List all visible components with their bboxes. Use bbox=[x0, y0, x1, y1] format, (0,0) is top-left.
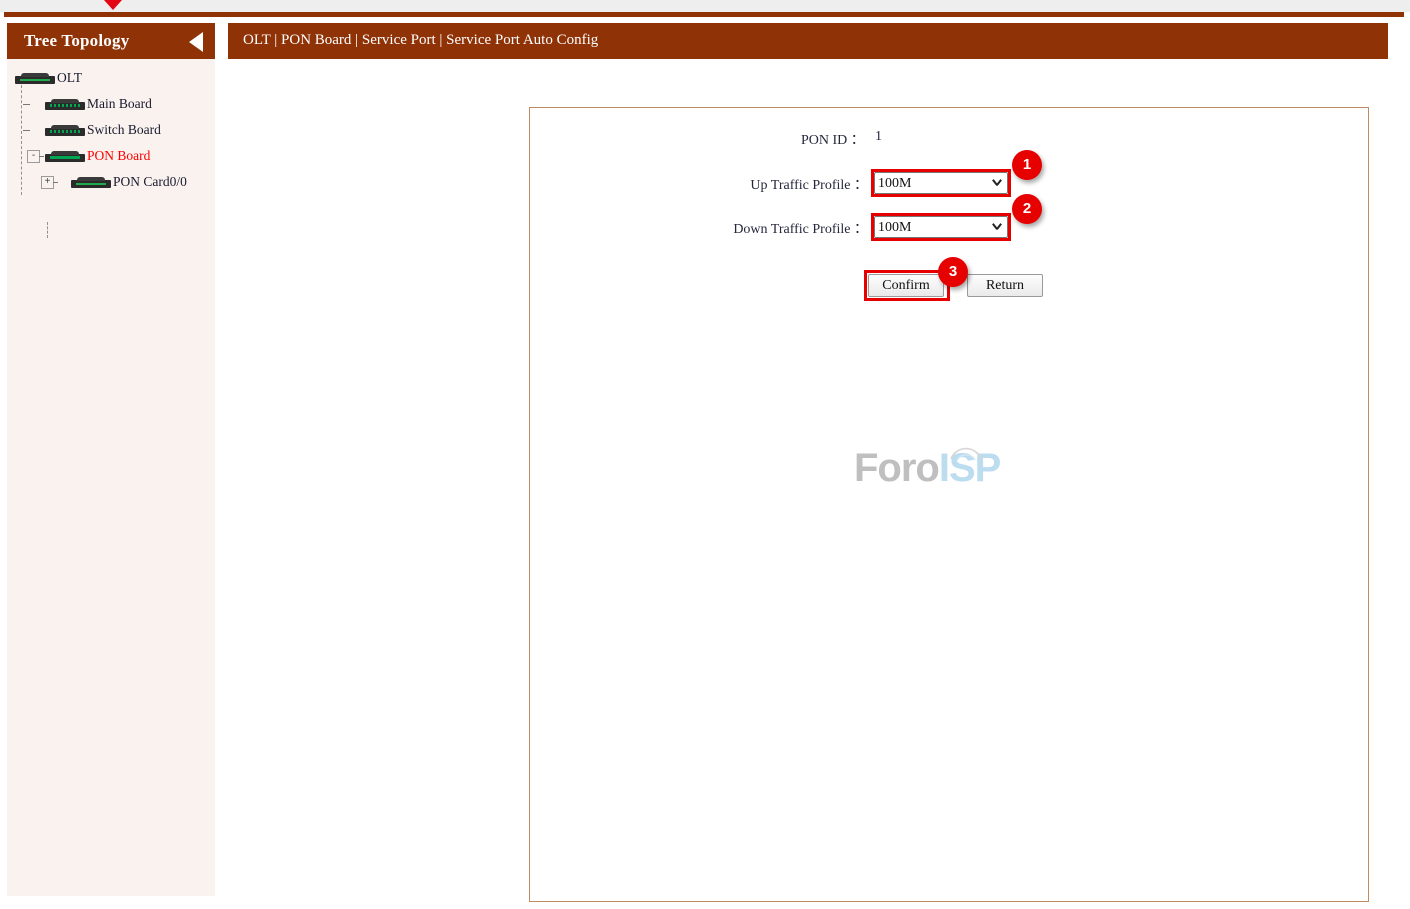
content-area: OLT | PON Board | Service Port | Service… bbox=[228, 23, 1388, 902]
pon-id-row: PON ID ： 1 bbox=[530, 126, 1370, 166]
tree-connector bbox=[47, 222, 48, 238]
tree-connector-dash bbox=[23, 130, 30, 131]
tree-item-label: OLT bbox=[57, 70, 83, 85]
foroisp-watermark: ForoISP bbox=[854, 441, 1024, 503]
sidebar-header: Tree Topology bbox=[7, 23, 215, 59]
content-header: OLT | PON Board | Service Port | Service… bbox=[228, 23, 1388, 59]
watermark-part-1: Foro bbox=[854, 446, 940, 490]
form-panel: PON ID ： 1 Up Traffic Profile ： 100M 1 D… bbox=[529, 107, 1369, 902]
down-traffic-profile-select[interactable]: 100M bbox=[874, 216, 1008, 238]
tree-connector-dash bbox=[53, 182, 58, 183]
tree-item-pon-card-0-0[interactable]: + PON Card0/0 bbox=[7, 169, 215, 195]
device-board-icon bbox=[45, 99, 85, 110]
up-traffic-profile-label: Up Traffic Profile ： bbox=[750, 178, 868, 193]
tree-item-main-board[interactable]: Main Board bbox=[7, 91, 215, 117]
step-badge-3: 3 bbox=[938, 257, 968, 287]
breadcrumb: OLT | PON Board | Service Port | Service… bbox=[243, 32, 599, 48]
down-traffic-profile-label: Down Traffic Profile ： bbox=[733, 222, 868, 237]
tree-item-label: Switch Board bbox=[87, 122, 161, 137]
step-badge-2: 2 bbox=[1012, 194, 1042, 224]
down-traffic-profile-row: Down Traffic Profile ： 100M 2 bbox=[530, 194, 1370, 254]
device-tree: OLT Main Board Switch Board - PON Board bbox=[7, 59, 215, 238]
pon-id-value: 1 bbox=[875, 129, 882, 144]
content-body: PON ID ： 1 Up Traffic Profile ： 100M 1 D… bbox=[228, 59, 1388, 902]
tree-connector-dash bbox=[39, 156, 44, 157]
device-poncard-icon bbox=[71, 177, 111, 188]
wifi-arcs-icon bbox=[950, 447, 982, 461]
device-board-icon bbox=[45, 151, 85, 162]
up-traffic-profile-row: Up Traffic Profile ： 100M 1 bbox=[530, 150, 1370, 210]
collapse-left-icon[interactable] bbox=[189, 32, 203, 52]
tree-item-switch-board[interactable]: Switch Board bbox=[7, 117, 215, 143]
red-down-arrow-icon bbox=[104, 0, 122, 10]
confirm-button[interactable]: Confirm bbox=[868, 274, 944, 297]
device-board-icon bbox=[45, 125, 85, 136]
tree-connector-dash bbox=[23, 104, 30, 105]
top-strip bbox=[0, 0, 1410, 12]
step-badge-1: 1 bbox=[1012, 150, 1042, 180]
tree-item-label: PON Board bbox=[87, 148, 151, 163]
service-port-auto-config-form: PON ID ： 1 Up Traffic Profile ： 100M 1 D… bbox=[530, 126, 1370, 301]
tree-item-pon-board[interactable]: - PON Board bbox=[7, 143, 215, 169]
device-olt-icon bbox=[15, 73, 55, 84]
return-button[interactable]: Return bbox=[967, 274, 1043, 297]
up-traffic-profile-select[interactable]: 100M bbox=[874, 172, 1008, 194]
tree-item-olt[interactable]: OLT bbox=[7, 65, 215, 91]
up-traffic-profile-select-wrap: 100M bbox=[871, 169, 1014, 197]
tree-item-label: PON Card0/0 bbox=[113, 174, 187, 189]
form-button-row: Confirm Return 3 bbox=[530, 257, 1370, 304]
down-traffic-profile-select-wrap: 100M bbox=[871, 213, 1014, 241]
pon-id-label: PON ID ： bbox=[801, 133, 865, 148]
tree-item-label: Main Board bbox=[87, 96, 152, 111]
tree-topology-sidebar: Tree Topology OLT Main Board Switch Boar… bbox=[7, 23, 215, 896]
sidebar-title: Tree Topology bbox=[24, 31, 130, 50]
